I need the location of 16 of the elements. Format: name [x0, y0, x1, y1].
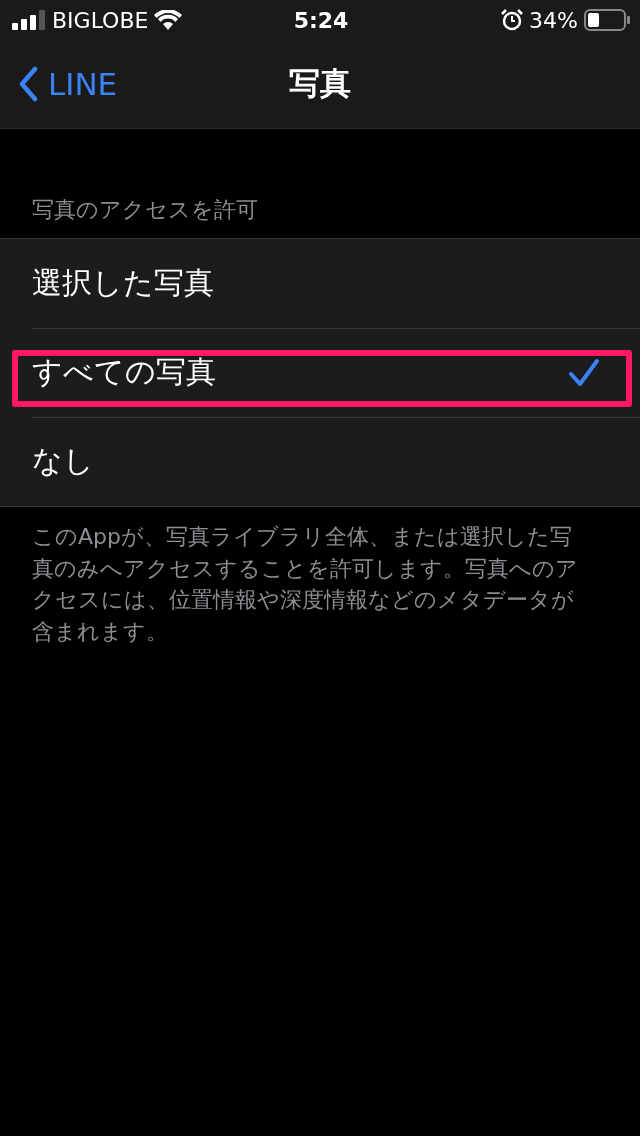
- page-title: 写真: [289, 65, 351, 101]
- back-chevron-icon: [18, 66, 38, 102]
- carrier-name: BIGLOBE: [52, 7, 149, 33]
- clock-time: 5:24: [293, 7, 349, 33]
- option-row[interactable]: なし: [0, 417, 640, 506]
- option-row[interactable]: 選択した写真: [0, 239, 640, 328]
- section-header: 写真のアクセスを許可: [32, 197, 258, 222]
- checkmark-icon: [568, 357, 600, 388]
- back-button[interactable]: LINE: [0, 65, 124, 103]
- battery-icon: [584, 9, 630, 31]
- signal-icon: [12, 10, 46, 30]
- wifi-icon: [154, 10, 183, 30]
- footer-note: このAppが、写真ライブラリ全体、または選択した写真のみへアクセスすることを許可します。写真へのアクセスには、位置情報や深度情報などのメタデータが含まれます。: [31, 523, 579, 646]
- alarm-clock-icon: [501, 9, 524, 31]
- battery-percent: 34%: [529, 7, 578, 33]
- option-row[interactable]: すべての写真: [0, 328, 640, 417]
